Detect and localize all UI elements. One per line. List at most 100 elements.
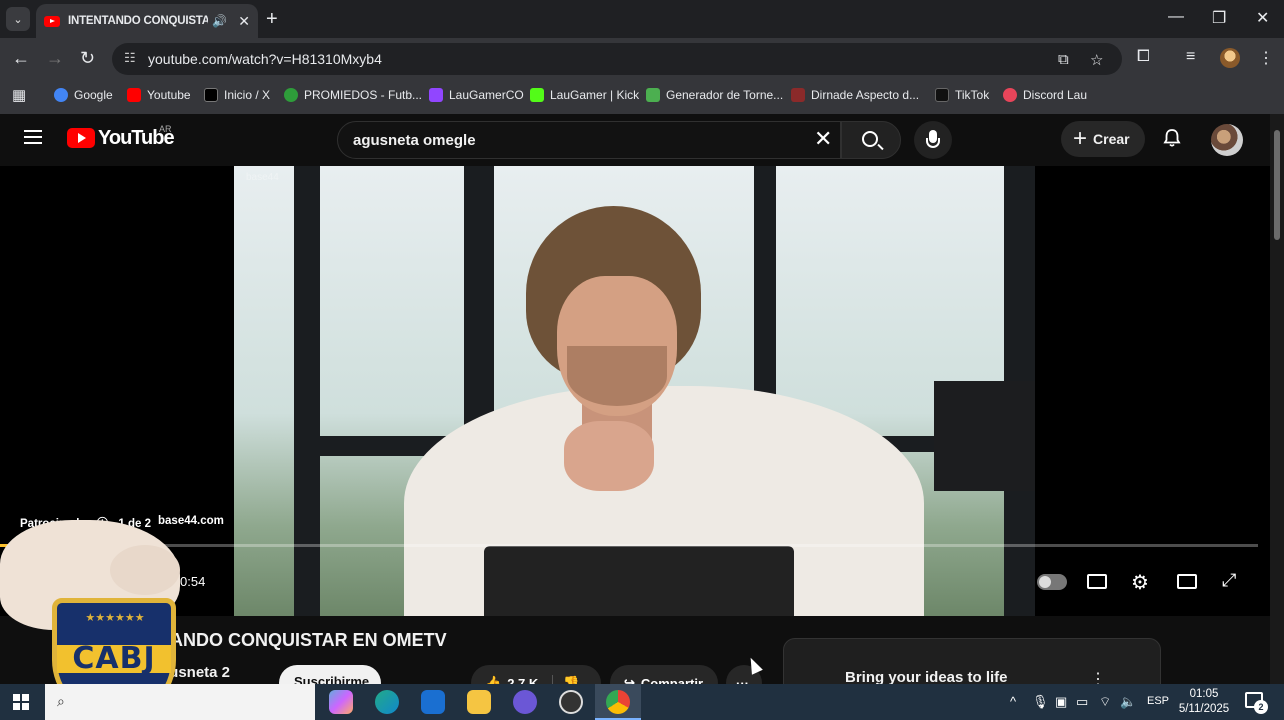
outlook-icon[interactable] xyxy=(421,690,445,714)
ad-url-link[interactable]: base44.com xyxy=(158,515,224,527)
bookmark-generador[interactable]: Generador de Torne... xyxy=(646,88,783,102)
create-button[interactable]: + Crear xyxy=(1061,121,1145,157)
theater-mode-icon[interactable] xyxy=(1177,574,1197,589)
search-query-text: agusneta omegle xyxy=(353,131,476,149)
bookmark-promiedos[interactable]: PROMIEDOS - Futb... xyxy=(284,88,422,102)
page-scrollbar[interactable] xyxy=(1270,114,1284,684)
profile-avatar-icon[interactable] xyxy=(1220,48,1240,68)
clear-search-icon[interactable]: ✕ xyxy=(814,126,832,152)
create-label: Crear xyxy=(1093,131,1130,147)
extensions-icon[interactable]: ⧠ xyxy=(1137,48,1150,66)
settings-gear-icon[interactable]: ⚙ xyxy=(1131,570,1149,595)
youtube-logo-icon[interactable] xyxy=(67,128,95,148)
video-time: 0:54 xyxy=(180,574,206,589)
url-text: youtube.com/watch?v=H81310Mxyb4 xyxy=(148,51,382,67)
browser-tab[interactable]: INTENTANDO CONQUISTAR EN OMETV 🔊 ✕ xyxy=(36,4,258,38)
browser-toolbar: ← → ↻ ☷ youtube.com/watch?v=H81310Mxyb4 … xyxy=(0,38,1284,80)
overlay-hand-thumb xyxy=(110,545,180,595)
meet-now-icon[interactable]: ▣ xyxy=(1055,694,1067,710)
bookmark-x[interactable]: Inicio / X xyxy=(204,88,270,102)
notifications-bell-icon[interactable] xyxy=(1162,128,1182,148)
bookmark-dirnade[interactable]: Dirnade Aspecto d... xyxy=(791,88,919,102)
bookmarks-bar: ▦ Google Youtube Inicio / X PROMIEDOS - … xyxy=(0,80,1284,114)
twitch-icon xyxy=(429,88,443,102)
bookmark-discord[interactable]: Discord Lau xyxy=(1003,88,1087,102)
bookmark-tiktok[interactable]: TikTok xyxy=(935,88,989,102)
video-title: ANDO CONQUISTAR EN OMETV xyxy=(170,630,447,650)
youtube-favicon-icon xyxy=(44,15,60,27)
media-control-icon[interactable]: ≡ xyxy=(1186,48,1195,66)
obs-icon[interactable] xyxy=(559,690,583,714)
video-progress-bar[interactable] xyxy=(0,544,1258,547)
battery-icon[interactable]: ▭ xyxy=(1076,694,1088,710)
volume-icon[interactable]: 🔈 xyxy=(1120,694,1136,710)
bookmark-twitch[interactable]: LauGamerCO xyxy=(429,88,524,102)
account-avatar[interactable] xyxy=(1211,124,1243,156)
bookmark-youtube[interactable]: Youtube xyxy=(127,88,191,102)
browser-tabstrip: ⌄ INTENTANDO CONQUISTAR EN OMETV 🔊 ✕ + —… xyxy=(0,0,1284,38)
explorer-icon[interactable] xyxy=(467,690,491,714)
background-monitor xyxy=(934,381,1035,491)
menu-kebab-icon[interactable]: ⋮ xyxy=(1258,48,1274,68)
scrollbar-thumb[interactable] xyxy=(1274,130,1280,240)
windows-taskbar: ⌕ ^ 🎙 ▣ ▭ ⌔ 🔈 ESP 01:05 5/11/2025 2 xyxy=(0,684,1284,720)
reload-icon[interactable]: ↻ xyxy=(80,48,95,69)
edge-icon[interactable] xyxy=(375,690,399,714)
x-icon xyxy=(204,88,218,102)
video-watermark: base44 xyxy=(246,172,279,183)
crest-text: CABJ xyxy=(72,641,156,676)
google-icon xyxy=(54,88,68,102)
youtube-masthead: YouTube AR agusneta omegle ✕ + Crear xyxy=(0,114,1270,166)
search-icon xyxy=(862,131,878,147)
microphone-icon xyxy=(926,130,940,148)
new-tab-button[interactable]: + xyxy=(266,8,278,31)
language-indicator[interactable]: ESP xyxy=(1147,695,1169,707)
tray-overflow-chevron-icon[interactable]: ^ xyxy=(1010,694,1016,709)
taskbar-search-box[interactable]: ⌕ xyxy=(45,684,315,720)
fullscreen-icon[interactable]: ⤢ xyxy=(1222,570,1236,591)
video-frame[interactable] xyxy=(234,166,1035,616)
notification-count-badge: 2 xyxy=(1254,700,1268,714)
voice-search-button[interactable] xyxy=(914,121,952,159)
dirnade-icon xyxy=(791,88,805,102)
kick-icon xyxy=(530,88,544,102)
app-icon[interactable] xyxy=(513,690,537,714)
youtube-icon xyxy=(127,88,141,102)
chrome-icon[interactable] xyxy=(606,690,630,714)
bookmark-google[interactable]: Google xyxy=(54,88,113,102)
system-clock[interactable]: 01:05 5/11/2025 xyxy=(1172,687,1236,717)
promiedos-icon xyxy=(284,88,298,102)
search-input[interactable]: agusneta omegle xyxy=(337,121,841,159)
microphone-tray-icon[interactable]: 🎙 xyxy=(1032,694,1049,710)
tab-title: INTENTANDO CONQUISTAR EN OMETV xyxy=(68,15,208,27)
crest-stars: ★★★★★★ xyxy=(85,612,145,624)
speaker-icon[interactable]: 🔊 xyxy=(212,14,227,28)
close-window-icon[interactable]: ✕ xyxy=(1256,8,1269,28)
subtitles-icon[interactable] xyxy=(1087,574,1107,589)
apps-grid-icon[interactable]: ▦ xyxy=(12,86,26,104)
address-bar[interactable]: ☷ youtube.com/watch?v=H81310Mxyb4 ⧉ ☆ xyxy=(112,43,1122,75)
forward-arrow-icon[interactable]: → xyxy=(46,48,64,69)
hamburger-menu-icon[interactable] xyxy=(24,130,42,144)
video-player[interactable] xyxy=(0,166,1270,616)
trophy-icon xyxy=(646,88,660,102)
bookmark-kick[interactable]: LauGamer | Kick xyxy=(530,88,639,102)
windows-start-icon[interactable] xyxy=(13,694,29,710)
minimize-icon[interactable]: — xyxy=(1168,8,1184,26)
copilot-icon[interactable] xyxy=(329,690,353,714)
install-app-icon[interactable]: ⧉ xyxy=(1058,51,1069,68)
tab-search-dropdown-icon[interactable]: ⌄ xyxy=(6,7,30,31)
clock-time: 01:05 xyxy=(1189,688,1219,700)
tab-close-icon[interactable]: ✕ xyxy=(238,13,250,30)
search-icon: ⌕ xyxy=(57,693,65,709)
country-code: AR xyxy=(159,124,172,134)
wifi-icon[interactable]: ⌔ xyxy=(1099,694,1111,710)
plus-icon: + xyxy=(1073,125,1088,152)
back-arrow-icon[interactable]: ← xyxy=(12,48,30,69)
bookmark-star-icon[interactable]: ☆ xyxy=(1090,51,1103,69)
tiktok-icon xyxy=(935,88,949,102)
search-button[interactable] xyxy=(841,121,901,159)
site-info-icon[interactable]: ☷ xyxy=(124,50,136,66)
restore-icon[interactable]: ❐ xyxy=(1212,8,1226,28)
autoplay-toggle[interactable] xyxy=(1037,574,1067,590)
